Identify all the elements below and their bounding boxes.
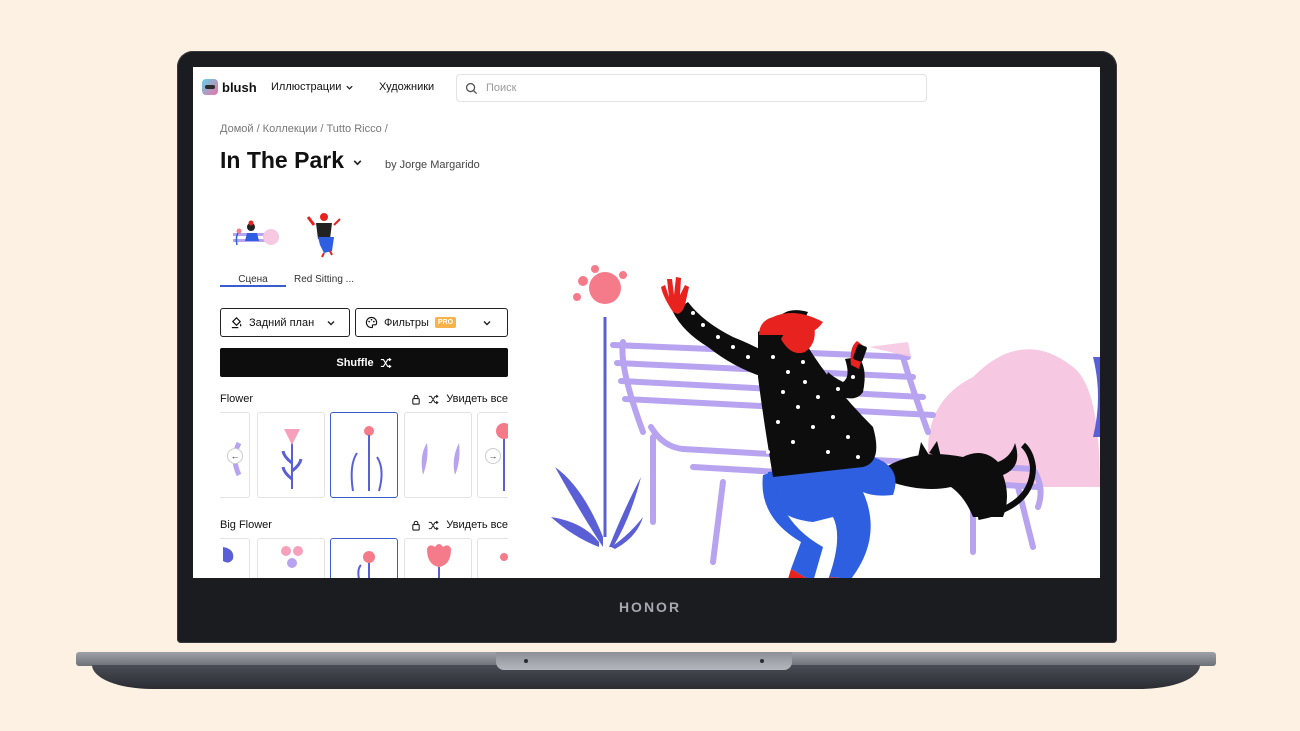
flower-thumbnail — [350, 426, 383, 492]
search-icon — [465, 82, 478, 94]
tab-red-sitting-label: Red Sitting ... — [293, 274, 355, 285]
search-box[interactable] — [456, 74, 927, 102]
big-flower-thumbnail — [500, 553, 508, 561]
big-flower-thumbnail — [357, 551, 375, 578]
shuffle-label: Shuffle — [336, 356, 374, 369]
pro-badge: PRO — [434, 317, 457, 328]
background-dropdown[interactable]: Задний план — [220, 308, 350, 337]
leaf-thumbnail — [421, 443, 460, 475]
shuffle-icon — [380, 357, 392, 368]
tab-scene-label: Сцена — [238, 274, 268, 285]
shuffle-button[interactable]: Shuffle — [220, 348, 508, 377]
nav-artists[interactable]: Художники — [379, 81, 434, 93]
title-row: In The Park by Jorge Margarido — [220, 147, 480, 174]
asset-tile[interactable] — [257, 412, 325, 498]
background-dropdown-label: Задний план — [249, 316, 315, 329]
section-flower-header: Flower Увидеть все — [220, 393, 508, 405]
nav-illustrations[interactable]: Иллюстрации — [271, 81, 354, 93]
flower-thumbnail — [281, 429, 303, 489]
logo-text: blush — [222, 79, 257, 95]
shuffle-icon[interactable] — [428, 520, 439, 531]
scene-illustration — [551, 265, 1100, 578]
author-link[interactable]: by Jorge Margarido — [385, 159, 480, 171]
tab-scene[interactable]: Сцена — [220, 207, 286, 287]
asset-tile[interactable] — [404, 412, 472, 498]
character-thumbnail — [306, 213, 341, 258]
shuffle-icon[interactable] — [428, 394, 439, 405]
chevron-down-icon — [483, 320, 491, 325]
tab-red-sitting[interactable]: Red Sitting ... — [288, 207, 360, 287]
asset-tile[interactable] — [257, 538, 325, 578]
flower-carousel: ← → — [220, 412, 508, 499]
asset-tile[interactable] — [220, 538, 250, 578]
chevron-down-icon — [327, 320, 335, 325]
scene-thumbnail — [233, 220, 279, 246]
logo-icon — [202, 79, 218, 95]
big-flower-thumbnail — [281, 546, 303, 568]
search-input[interactable] — [486, 82, 926, 94]
laptop-brand: HONOR — [618, 599, 682, 615]
filters-dropdown-label: Фильтры — [384, 316, 429, 329]
screen: blush Иллюстрации Художники Домой / Колл… — [193, 67, 1100, 578]
see-all-big-flower[interactable]: Увидеть все — [446, 519, 508, 531]
top-header: blush Иллюстрации Художники — [193, 67, 1100, 109]
nav-artists-label: Художники — [379, 81, 435, 93]
big-flower-thumbnail — [223, 547, 234, 563]
lock-icon[interactable] — [411, 520, 421, 531]
see-all-flower[interactable]: Увидеть все — [446, 393, 508, 405]
filters-dropdown[interactable]: Фильтры PRO — [355, 308, 508, 337]
page-title: In The Park — [220, 147, 344, 173]
title-chevron-down-icon[interactable] — [352, 157, 363, 168]
logo[interactable]: blush — [202, 79, 257, 95]
section-big-flower-header: Big Flower Увидеть все — [220, 519, 508, 531]
lock-icon[interactable] — [411, 394, 421, 405]
paint-bucket-icon — [231, 317, 242, 329]
carousel-prev-arrow-icon[interactable]: ← — [227, 448, 243, 464]
nav-illustrations-label: Иллюстрации — [271, 81, 342, 93]
palette-icon — [365, 316, 378, 329]
carousel-next-arrow-icon[interactable]: → — [485, 448, 501, 464]
scene-tabs: Сцена Red Sitting ... — [220, 207, 508, 287]
asset-tile-selected[interactable] — [330, 538, 398, 578]
chevron-down-icon — [346, 85, 354, 90]
tulip-thumbnail — [427, 544, 451, 578]
asset-tile[interactable] — [404, 538, 472, 578]
section-big-flower-title: Big Flower — [220, 519, 272, 531]
big-flower-carousel — [220, 538, 508, 578]
laptop-hinge-notch — [496, 652, 792, 670]
asset-tile[interactable] — [477, 538, 508, 578]
section-flower-title: Flower — [220, 393, 254, 405]
asset-tile-selected[interactable] — [330, 412, 398, 498]
breadcrumb[interactable]: Домой / Коллекции / Tutto Ricco / — [220, 123, 388, 135]
